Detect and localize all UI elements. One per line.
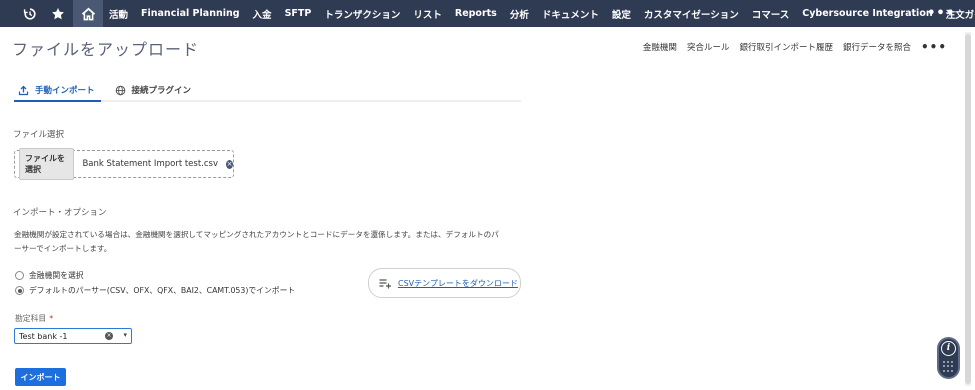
nav-item-activities[interactable]: 活動 — [109, 7, 128, 21]
help-widget[interactable]: i — [937, 337, 960, 379]
info-icon[interactable]: i — [941, 341, 956, 356]
nav-item-commerce[interactable]: コマース — [752, 7, 790, 21]
csv-template-link[interactable]: CSVテンプレートをダウンロード — [398, 278, 518, 289]
required-marker: * — [49, 314, 54, 323]
description-line-2: ーサーでインポートします。 — [14, 244, 112, 253]
clear-selection-icon[interactable]: × — [105, 332, 113, 340]
tab-manual-import[interactable]: 手動インポート — [14, 80, 101, 102]
selected-file-name: Bank Statement Import test.csv — [82, 159, 219, 169]
header-link-import-history[interactable]: 銀行取引インポート履歴 — [739, 41, 833, 53]
nav-item-lists[interactable]: リスト — [413, 7, 442, 21]
home-icon[interactable] — [73, 0, 103, 27]
nav-icon-group — [0, 0, 103, 27]
clear-file-icon[interactable]: × — [226, 159, 233, 169]
account-label-text: 勘定科目 — [15, 314, 47, 323]
header-link-financial-institutions[interactable]: 金融機関 — [643, 41, 677, 53]
import-options-description: 金融機関が設定されている場合は、金融機関を選択してマッピングされたアカウントとコ… — [14, 228, 524, 256]
nav-item-analytics[interactable]: 分析 — [510, 7, 529, 21]
nav-item-sftp[interactable]: SFTP — [285, 8, 312, 19]
header-link-matching-rules[interactable]: 突合ルール — [687, 41, 730, 53]
nav-menu: 活動 Financial Planning 入金 SFTP トランザクション リ… — [109, 0, 975, 27]
list-add-icon — [379, 278, 391, 288]
file-section-label: ファイル選択 — [13, 130, 65, 140]
page-title: ファイルをアップロード — [12, 40, 200, 59]
account-select[interactable]: Test bank -1 × ▾ — [14, 328, 132, 344]
chevron-down-icon[interactable]: ▾ — [123, 331, 127, 339]
upload-icon — [18, 85, 29, 95]
nav-item-transactions[interactable]: トランザクション — [324, 7, 400, 21]
header-links: 金融機関 突合ルール 銀行取引インポート履歴 銀行データを照合 ••• — [633, 40, 947, 54]
nav-item-documents[interactable]: ドキュメント — [542, 7, 599, 21]
tab-connectivity-plugin-label: 接続プラグイン — [131, 86, 192, 96]
nav-item-cybersource[interactable]: Cybersource Integration — [802, 8, 932, 19]
vertical-scrollbar[interactable] — [965, 32, 971, 386]
import-button[interactable]: インポート — [15, 368, 66, 386]
radio-select-institution[interactable]: 金融機関を選択 — [15, 270, 84, 281]
import-options-label: インポート・オプション — [13, 208, 107, 218]
nav-item-setup[interactable]: 設定 — [612, 7, 631, 21]
header-more-icon[interactable]: ••• — [921, 40, 947, 54]
history-icon[interactable] — [17, 0, 43, 27]
grid-dots-icon[interactable] — [943, 361, 955, 373]
radio-label: 金融機関を選択 — [29, 271, 84, 280]
tab-manual-import-label: 手動インポート — [35, 86, 95, 96]
radio-button-checked[interactable] — [15, 286, 24, 295]
nav-item-customization[interactable]: カスタマイゼーション — [644, 7, 739, 21]
radio-button[interactable] — [15, 271, 24, 280]
top-navigation-bar: 活動 Financial Planning 入金 SFTP トランザクション リ… — [0, 0, 975, 27]
radio-default-parser[interactable]: デフォルトのパーサー(CSV、OFX、QFX、BAI2、CAMT.053)でイン… — [15, 285, 295, 296]
scrollbar-thumb[interactable] — [965, 34, 971, 384]
choose-file-button[interactable]: ファイルを選択 — [19, 148, 75, 180]
description-line-1: 金融機関が設定されている場合は、金融機関を選択してマッピングされたアカウントとコ… — [14, 230, 499, 239]
account-select-value: Test bank -1 — [19, 331, 68, 341]
globe-icon — [115, 85, 125, 95]
tab-bar: 手動インポート 接続プラグイン — [14, 80, 521, 102]
tab-connectivity-plugin[interactable]: 接続プラグイン — [111, 80, 198, 100]
nav-item-payments[interactable]: 入金 — [253, 7, 272, 21]
download-csv-template-button[interactable]: CSVテンプレートをダウンロード — [368, 268, 521, 298]
file-drop-zone[interactable]: ファイルを選択 Bank Statement Import test.csv × — [14, 148, 234, 180]
nav-more-icon[interactable]: ••• — [927, 6, 955, 21]
nav-item-financial-planning[interactable]: Financial Planning — [141, 8, 240, 19]
radio-label: デフォルトのパーサー(CSV、OFX、QFX、BAI2、CAMT.053)でイン… — [29, 286, 296, 295]
account-label: 勘定科目 * — [15, 313, 53, 324]
star-icon[interactable] — [45, 0, 71, 27]
nav-item-reports[interactable]: Reports — [455, 8, 497, 19]
header-link-reconcile-bank-data[interactable]: 銀行データを照合 — [843, 41, 911, 53]
